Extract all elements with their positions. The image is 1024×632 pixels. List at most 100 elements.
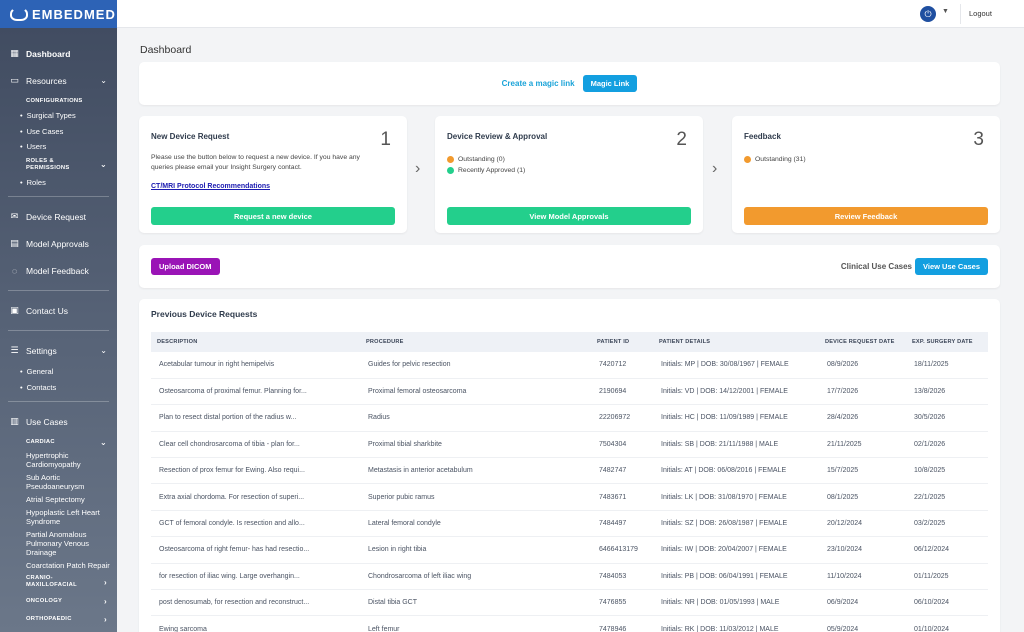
table-cell: 17/7/2026 bbox=[819, 378, 906, 406]
table-row[interactable]: GCT of femoral condyle. Is resection and… bbox=[151, 510, 988, 538]
page-title: Dashboard bbox=[140, 44, 192, 56]
divider bbox=[8, 290, 109, 291]
status-label: Outstanding (0) bbox=[458, 156, 505, 163]
protocol-recommendations-link[interactable]: CT/MRI Protocol Recommendations bbox=[151, 183, 270, 190]
table-row[interactable]: Osteosarcoma of proximal femur. Planning… bbox=[151, 378, 988, 406]
sidebar-item-use-cases-menu[interactable]: ▥ Use Cases bbox=[0, 408, 117, 435]
table-cell: Osteosarcoma of right femur- has had res… bbox=[151, 536, 360, 564]
column-header[interactable]: PROCEDURE bbox=[360, 332, 591, 352]
sidebar: EMBEDMED ▦ Dashboard ▭ Resources ⌄ CONFI… bbox=[0, 0, 117, 632]
table-cell: 7482747 bbox=[591, 457, 653, 485]
chevron-down-icon: ⌄ bbox=[99, 437, 107, 447]
table-row[interactable]: for resection of iliac wing. Large overh… bbox=[151, 563, 988, 591]
sidebar-item-users[interactable]: Users bbox=[0, 139, 117, 155]
sidebar-item-general[interactable]: General bbox=[0, 364, 117, 380]
sidebar-item-contacts[interactable]: Contacts bbox=[0, 380, 117, 396]
sidebar-item-device-request[interactable]: ✉ Device Request bbox=[0, 203, 117, 230]
table-cell: post denosumab, for resection and recons… bbox=[151, 589, 360, 617]
table-cell: 08/9/2026 bbox=[819, 352, 906, 379]
table-cell: Acetabular tumour in right hemipelvis bbox=[151, 352, 360, 379]
table-cell: Osteosarcoma of proximal femur. Planning… bbox=[151, 378, 360, 406]
table-row[interactable]: Extra axial chordoma. For resection of s… bbox=[151, 483, 988, 511]
column-header[interactable]: PATIENT DETAILS bbox=[653, 332, 819, 352]
clinical-use-cases-label: Clinical Use Cases bbox=[840, 262, 912, 271]
sidebar-item-label: Model Feedback bbox=[26, 265, 89, 276]
table-cell: Clear cell chondrosarcoma of tibia - pla… bbox=[151, 431, 360, 459]
actions-card: Upload DICOM Clinical Use Cases View Use… bbox=[139, 245, 1000, 288]
table-row[interactable]: Clear cell chondrosarcoma of tibia - pla… bbox=[151, 431, 988, 459]
table-row[interactable]: Acetabular tumour in right hemipelvis Gui… bbox=[151, 352, 988, 379]
table-cell: Plan to resect distal portion of the rad… bbox=[151, 404, 360, 432]
table-cell: 01/10/2024 bbox=[906, 615, 988, 632]
brand-logo[interactable]: EMBEDMED bbox=[0, 0, 117, 28]
sidebar-item-cardiac-5[interactable]: Coarctation Patch Repair bbox=[0, 559, 117, 572]
table-cell: Initials: SZ | DOB: 26/08/1987 | FEMALE bbox=[653, 510, 819, 538]
table-row[interactable]: Resection of prox femur for Ewing. Also … bbox=[151, 457, 988, 485]
grid-icon: ▦ bbox=[10, 48, 19, 58]
divider bbox=[960, 4, 961, 24]
sidebar-item-cardiac-4[interactable]: Partial Anomalous Pulmonary Venous Drain… bbox=[0, 528, 117, 559]
sidebar-item-cardiac-0[interactable]: Hypertrophic Cardiomyopathy bbox=[0, 449, 117, 471]
logout-link[interactable]: Logout bbox=[969, 9, 992, 18]
sidebar-item-cardiac-1[interactable]: Sub Aortic Pseudoaneurysm bbox=[0, 471, 117, 493]
table-row[interactable]: Plan to resect distal portion of the rad… bbox=[151, 404, 988, 432]
sidebar-section-configurations[interactable]: CONFIGURATIONS bbox=[0, 94, 117, 108]
status-label: Outstanding (31) bbox=[755, 156, 806, 163]
table-cell: Initials: RK | DOB: 11/03/2012 | MALE bbox=[653, 615, 819, 632]
sidebar-item-dashboard[interactable]: ▦ Dashboard bbox=[0, 40, 117, 67]
table-row[interactable]: Ewing sarcoma Left femur 7478946 Initials: … bbox=[151, 615, 988, 632]
table-row[interactable]: Osteosarcoma of right femur- has had res… bbox=[151, 536, 988, 564]
sidebar-item-label: Device Request bbox=[26, 211, 87, 222]
sidebar-section-orthopaedic[interactable]: ORTHOPAEDIC › bbox=[0, 610, 117, 628]
upload-dicom-button[interactable]: Upload DICOM bbox=[151, 258, 220, 275]
table-cell: Lesion in right tibia bbox=[360, 536, 591, 564]
table-cell: Superior pubic ramus bbox=[360, 483, 591, 511]
sidebar-nav: ▦ Dashboard ▭ Resources ⌄ CONFIGURATIONS… bbox=[0, 28, 117, 628]
topbar: ⏻ ▼ Logout bbox=[117, 0, 1024, 28]
divider bbox=[8, 401, 109, 402]
table-cell: Initials: VD | DOB: 14/12/2001 | FEMALE bbox=[653, 378, 819, 406]
sidebar-section-oncology[interactable]: ONCOLOGY › bbox=[0, 592, 117, 610]
step-card-review-approval: Device Review & Approval 2 Outstanding (… bbox=[435, 116, 703, 233]
divider bbox=[8, 196, 109, 197]
sidebar-item-cardiac-2[interactable]: Atrial Septectomy bbox=[0, 493, 117, 506]
table-cell: 20/12/2024 bbox=[819, 510, 906, 538]
step-number: 2 bbox=[676, 129, 687, 150]
chevron-down-icon: ⌄ bbox=[100, 76, 107, 85]
section-label: ROLES & PERMISSIONS bbox=[26, 157, 70, 171]
table-row[interactable]: post denosumab, for resection and recons… bbox=[151, 589, 988, 617]
request-new-device-button[interactable]: Request a new device bbox=[151, 207, 395, 225]
review-feedback-button[interactable]: Review Feedback bbox=[744, 207, 988, 225]
table-cell: 7484497 bbox=[591, 510, 653, 538]
power-icon[interactable]: ⏻ bbox=[920, 6, 936, 22]
view-model-approvals-button[interactable]: View Model Approvals bbox=[447, 207, 691, 225]
table-cell: Lateral femoral condyle bbox=[360, 510, 591, 538]
column-header[interactable]: EXP. SURGERY DATE bbox=[906, 332, 988, 352]
sidebar-item-settings[interactable]: ☰ Settings ⌄ bbox=[0, 337, 117, 364]
view-use-cases-button[interactable]: View Use Cases bbox=[915, 258, 988, 275]
sidebar-item-cardiac-3[interactable]: Hypoplastic Left Heart Syndrome bbox=[0, 506, 117, 528]
sidebar-item-model-approvals[interactable]: ▤ Model Approvals bbox=[0, 230, 117, 257]
table-cell: Proximal femoral osteosarcoma bbox=[360, 378, 591, 406]
step-title: Feedback bbox=[744, 132, 781, 141]
sidebar-section-cardiac[interactable]: CARDIAC ⌄ bbox=[0, 435, 117, 449]
sidebar-section-cranio[interactable]: CRANIO-MAXILLOFACIAL › bbox=[0, 572, 117, 592]
sidebar-item-resources[interactable]: ▭ Resources ⌄ bbox=[0, 67, 117, 94]
sidebar-item-model-feedback[interactable]: ◌ Model Feedback bbox=[0, 257, 117, 284]
column-header[interactable]: DEVICE REQUEST DATE bbox=[819, 332, 906, 352]
sidebar-item-use-cases[interactable]: Use Cases bbox=[0, 124, 117, 140]
section-label: ORTHOPAEDIC bbox=[26, 616, 72, 622]
table-cell: 15/7/2025 bbox=[819, 457, 906, 485]
sidebar-item-roles[interactable]: Roles bbox=[0, 175, 117, 191]
sidebar-item-surgical-types[interactable]: Surgical Types bbox=[0, 108, 117, 124]
table-cell: 11/10/2024 bbox=[819, 563, 906, 591]
sidebar-item-contact-us[interactable]: ▣ Contact Us bbox=[0, 297, 117, 324]
column-header[interactable]: PATIENT ID bbox=[591, 332, 653, 352]
caret-down-icon[interactable]: ▼ bbox=[942, 8, 949, 15]
chevron-right-icon: › bbox=[104, 614, 107, 624]
chevron-right-icon: › bbox=[415, 160, 421, 177]
table-cell: for resection of iliac wing. Large overh… bbox=[151, 563, 360, 591]
magic-link-button[interactable]: Magic Link bbox=[582, 75, 638, 92]
column-header[interactable]: DESCRIPTION bbox=[151, 332, 360, 352]
sidebar-section-roles[interactable]: ROLES & PERMISSIONS ⌄ bbox=[0, 155, 117, 175]
